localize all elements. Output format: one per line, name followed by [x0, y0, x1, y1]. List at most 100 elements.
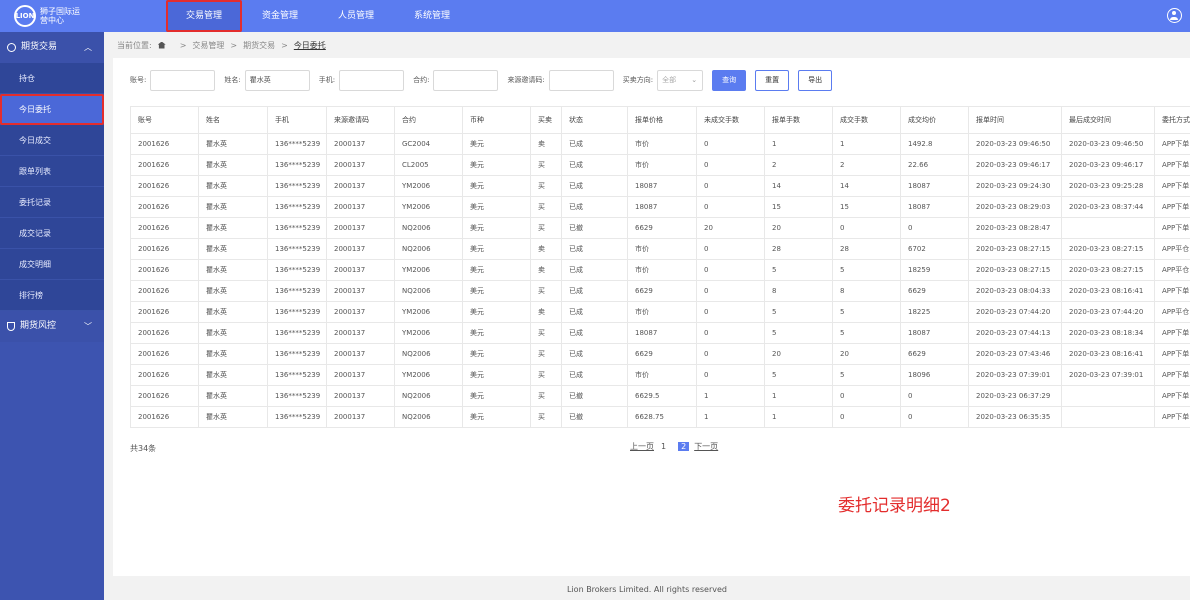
table-cell: 市价 — [627, 301, 697, 323]
table-cell: 1 — [832, 133, 901, 155]
sidebar-item-today-orders[interactable]: 今日委托 — [0, 94, 104, 125]
breadcrumb-level1[interactable]: 交易管理 — [192, 40, 224, 51]
table-cell: 2020-03-23 07:39:01 — [968, 364, 1062, 386]
table-cell: 市价 — [627, 238, 697, 260]
table-cell: 28 — [832, 238, 901, 260]
table-cell: APP下单 — [1154, 133, 1190, 155]
sidebar-group-futures-trading[interactable]: 期货交易 ︿ — [0, 32, 104, 63]
contract-input[interactable] — [433, 69, 499, 91]
table-cell: 2001626 — [130, 154, 199, 176]
chevron-up-icon: ︿ — [84, 43, 92, 52]
sidebar-item-positions[interactable]: 持仓 — [0, 63, 104, 94]
table-cell: 买 — [530, 196, 562, 218]
table-cell: 2020-03-23 08:16:41 — [1061, 343, 1155, 365]
account-input[interactable] — [150, 69, 216, 91]
table-cell: 买 — [530, 322, 562, 344]
query-button[interactable]: 查询 — [712, 69, 747, 91]
table-cell: 美元 — [462, 196, 531, 218]
breadcrumb-separator: > — [281, 40, 288, 50]
table-cell — [1061, 217, 1155, 239]
table-cell: 1492.8 — [900, 133, 969, 155]
name-input[interactable] — [244, 69, 310, 91]
direction-selected-value: 全部 — [662, 75, 677, 84]
table-row[interactable]: 2001626 瞿水英 136****5239 2000137 YM2006 美元买已成市… — [130, 364, 1190, 386]
table-cell: APP下单 — [1154, 175, 1190, 197]
home-icon[interactable] — [157, 41, 166, 49]
table-cell: 2020-03-23 07:44:20 — [968, 301, 1062, 323]
table-cell: 8 — [764, 280, 833, 302]
table-cell: 6628.75 — [627, 406, 697, 428]
invite-code-label: 来源邀请码: — [507, 76, 545, 84]
user-avatar-icon[interactable] — [1167, 8, 1182, 23]
sidebar-group-futures-risk[interactable]: 期货风控 ﹀ — [0, 311, 104, 342]
table-cell: 15 — [832, 196, 901, 218]
table-row[interactable]: 2001626 瞿水英 136****5239 2000137 YM2006 美元买已成 1… — [130, 322, 1190, 344]
sidebar-item-today-trades[interactable]: 今日成交 — [0, 125, 104, 156]
table-row[interactable]: 2001626 瞿水英 136****5239 2000137 NQ2006 美元买已成 6… — [130, 280, 1190, 302]
table-cell: APP下单 — [1154, 364, 1190, 386]
table-cell: 1 — [696, 385, 765, 407]
prev-page-link[interactable]: 上一页 — [630, 441, 654, 452]
table-row[interactable]: 2001626 瞿水英 136****5239 2000137 CL2005 美元买已成市… — [130, 154, 1190, 176]
sidebar-item-trade-details[interactable]: 成交明细 — [0, 249, 104, 280]
page-2-current[interactable]: 2 — [678, 442, 690, 451]
breadcrumb-separator: > — [230, 40, 238, 50]
table-cell: 6629 — [627, 217, 697, 239]
breadcrumb-current: 今日委托 — [293, 40, 326, 50]
column-header: 状态 — [561, 106, 628, 134]
export-button[interactable]: 导出 — [798, 69, 833, 91]
table-cell: 18087 — [627, 322, 697, 344]
table-cell: 2000137 — [326, 175, 395, 197]
nav-fund-management[interactable]: 资金管理 — [242, 0, 318, 32]
table-cell: 2001626 — [130, 238, 199, 260]
table-row[interactable]: 2001626 瞿水英 136****5239 2000137 NQ2006 美元买已撤 6… — [130, 217, 1190, 239]
next-page-link[interactable]: 下一页 — [694, 441, 718, 452]
table-cell: 美元 — [462, 364, 531, 386]
sidebar-item-order-records[interactable]: 委托记录 — [0, 187, 104, 218]
top-bar: LION 狮子国际运营中心 交易管理 资金管理 人员管理 系统管理 — [0, 0, 1190, 32]
table-row[interactable]: 2001626 瞿水英 136****5239 2000137 YM2006 美元买已成 1… — [130, 196, 1190, 218]
table-cell: 136****5239 — [267, 196, 327, 218]
table-cell: 136****5239 — [267, 217, 327, 239]
column-header: 币种 — [462, 106, 531, 134]
table-row[interactable]: 2001626 瞿水英 136****5239 2000137 NQ2006 美元买已成 6… — [130, 343, 1190, 365]
table-cell: 2020-03-23 08:27:15 — [968, 259, 1062, 281]
sidebar-item-copy-list[interactable]: 跟单列表 — [0, 156, 104, 187]
table-row[interactable]: 2001626 瞿水英 136****5239 2000137 YM2006 美元买已成 1… — [130, 175, 1190, 197]
table-cell: 2020-03-23 08:29:03 — [968, 196, 1062, 218]
logo[interactable]: LION 狮子国际运营中心 — [14, 5, 80, 27]
page-1-link[interactable]: 1 — [661, 442, 666, 451]
table-cell: 美元 — [462, 322, 531, 344]
nav-system-management[interactable]: 系统管理 — [394, 0, 470, 32]
table-row[interactable]: 2001626 瞿水英 136****5239 2000137 NQ2006 美元卖已成市… — [130, 238, 1190, 260]
table-cell: 0 — [696, 133, 765, 155]
phone-input[interactable] — [339, 69, 405, 91]
table-cell: 2020-03-23 09:46:50 — [1061, 133, 1155, 155]
table-cell: 2001626 — [130, 175, 199, 197]
table-cell: 已成 — [561, 301, 628, 323]
reset-button[interactable]: 重置 — [755, 69, 790, 91]
table-row[interactable]: 2001626 瞿水英 136****5239 2000137 YM2006 美元卖已成市… — [130, 259, 1190, 281]
table-cell: YM2006 — [394, 364, 463, 386]
sidebar-item-trade-records[interactable]: 成交记录 — [0, 218, 104, 249]
column-header: 委托方式 — [1154, 106, 1190, 134]
direction-select[interactable]: 全部 ⌄ — [657, 69, 704, 91]
table-cell: 6629.5 — [627, 385, 697, 407]
column-header: 报单时间 — [968, 106, 1062, 134]
nav-staff-management[interactable]: 人员管理 — [318, 0, 394, 32]
breadcrumb-level2[interactable]: 期货交易 — [243, 40, 275, 51]
table-cell: 瞿水英 — [198, 175, 268, 197]
table-cell: 已成 — [561, 343, 628, 365]
table-row[interactable]: 2001626 瞿水英 136****5239 2000137 NQ2006 美元买已撤 6… — [130, 385, 1190, 407]
table-row[interactable]: 2001626 瞿水英 136****5239 2000137 NQ2006 美元买已撤 6… — [130, 406, 1190, 428]
table-row[interactable]: 2001626 瞿水英 136****5239 2000137 YM2006 美元卖已成市… — [130, 301, 1190, 323]
table-cell: 美元 — [462, 133, 531, 155]
table-cell: APP下单 — [1154, 406, 1190, 428]
table-cell: 6629 — [900, 280, 969, 302]
invite-code-input[interactable] — [548, 69, 614, 91]
table-row[interactable]: 2001626 瞿水英 136****5239 2000137 GC2004 美元卖已成市… — [130, 133, 1190, 155]
nav-trade-management[interactable]: 交易管理 — [166, 0, 242, 32]
sidebar-item-leaderboard[interactable]: 排行榜 — [0, 280, 104, 311]
shield-icon — [7, 322, 15, 331]
table-cell: 6629 — [627, 280, 697, 302]
